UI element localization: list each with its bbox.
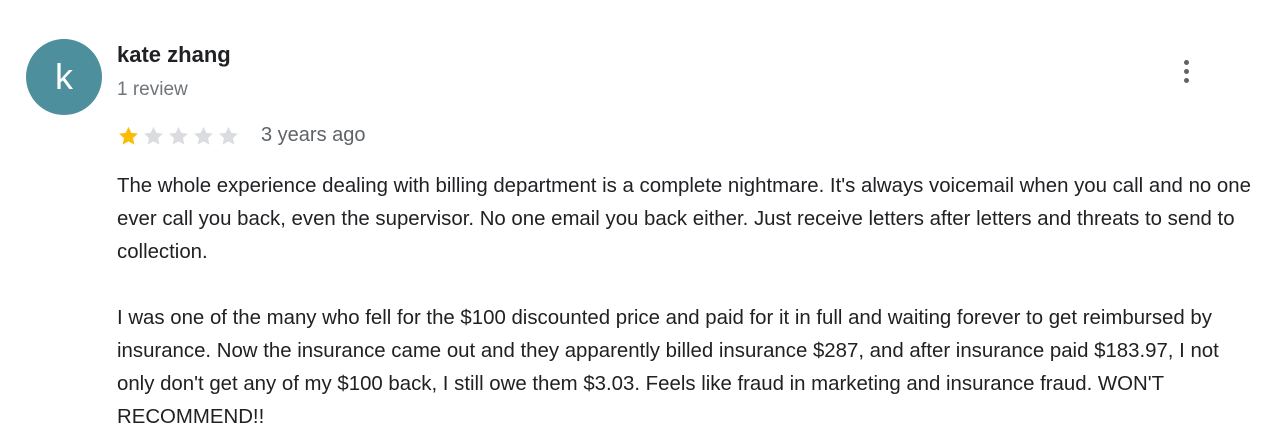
review-card: k kate zhang 1 review 3 years ago The wh…	[0, 0, 1262, 446]
star-empty-icon	[144, 126, 163, 145]
review-date: 3 years ago	[261, 124, 366, 146]
more-options-button[interactable]	[1167, 52, 1205, 90]
more-vert-icon-dot	[1183, 68, 1189, 74]
star-empty-icon	[194, 126, 213, 145]
review-text: The whole experience dealing with billin…	[117, 170, 1252, 434]
star-empty-icon	[219, 126, 238, 145]
star-rating	[117, 122, 242, 150]
review-paragraph: I was one of the many who fell for the $…	[117, 307, 1219, 428]
more-vert-icon	[1183, 59, 1189, 65]
reviewer-name[interactable]: kate zhang	[117, 42, 231, 68]
review-paragraph: The whole experience dealing with billin…	[117, 175, 1251, 263]
star-empty-icon	[169, 126, 188, 145]
review-count: 1 review	[117, 79, 188, 100]
avatar[interactable]: k	[26, 39, 102, 115]
more-vert-icon-dot	[1183, 77, 1189, 83]
star-filled-icon	[119, 126, 138, 145]
